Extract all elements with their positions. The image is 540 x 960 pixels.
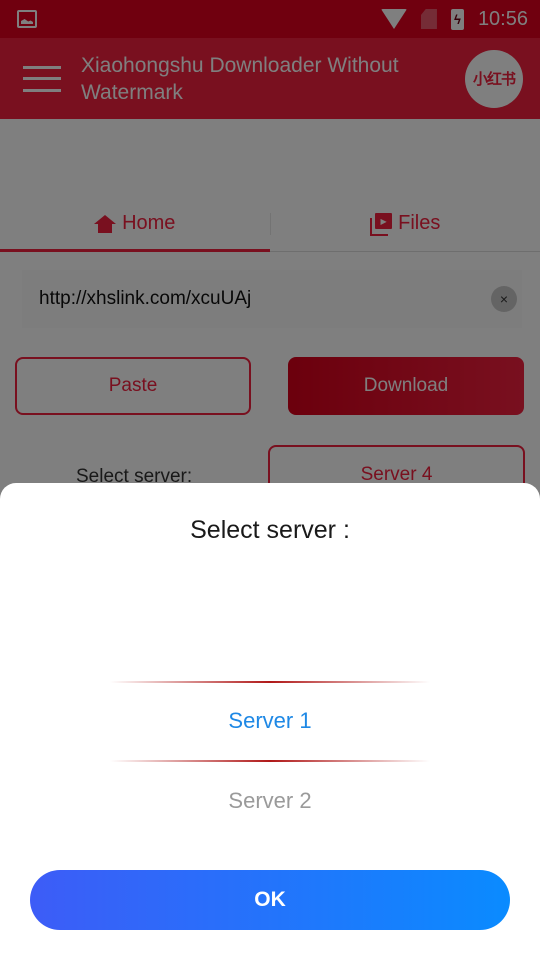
- picker-divider-top: [110, 681, 430, 683]
- dialog-title: Select server :: [190, 516, 350, 544]
- picker-option-selected[interactable]: Server 1: [0, 708, 540, 734]
- ok-button[interactable]: OK: [30, 870, 510, 930]
- select-server-dialog: Select server : Server 1 Server 2 OK: [0, 483, 540, 960]
- picker-divider-bottom: [110, 760, 430, 762]
- picker-option[interactable]: Server 2: [0, 788, 540, 814]
